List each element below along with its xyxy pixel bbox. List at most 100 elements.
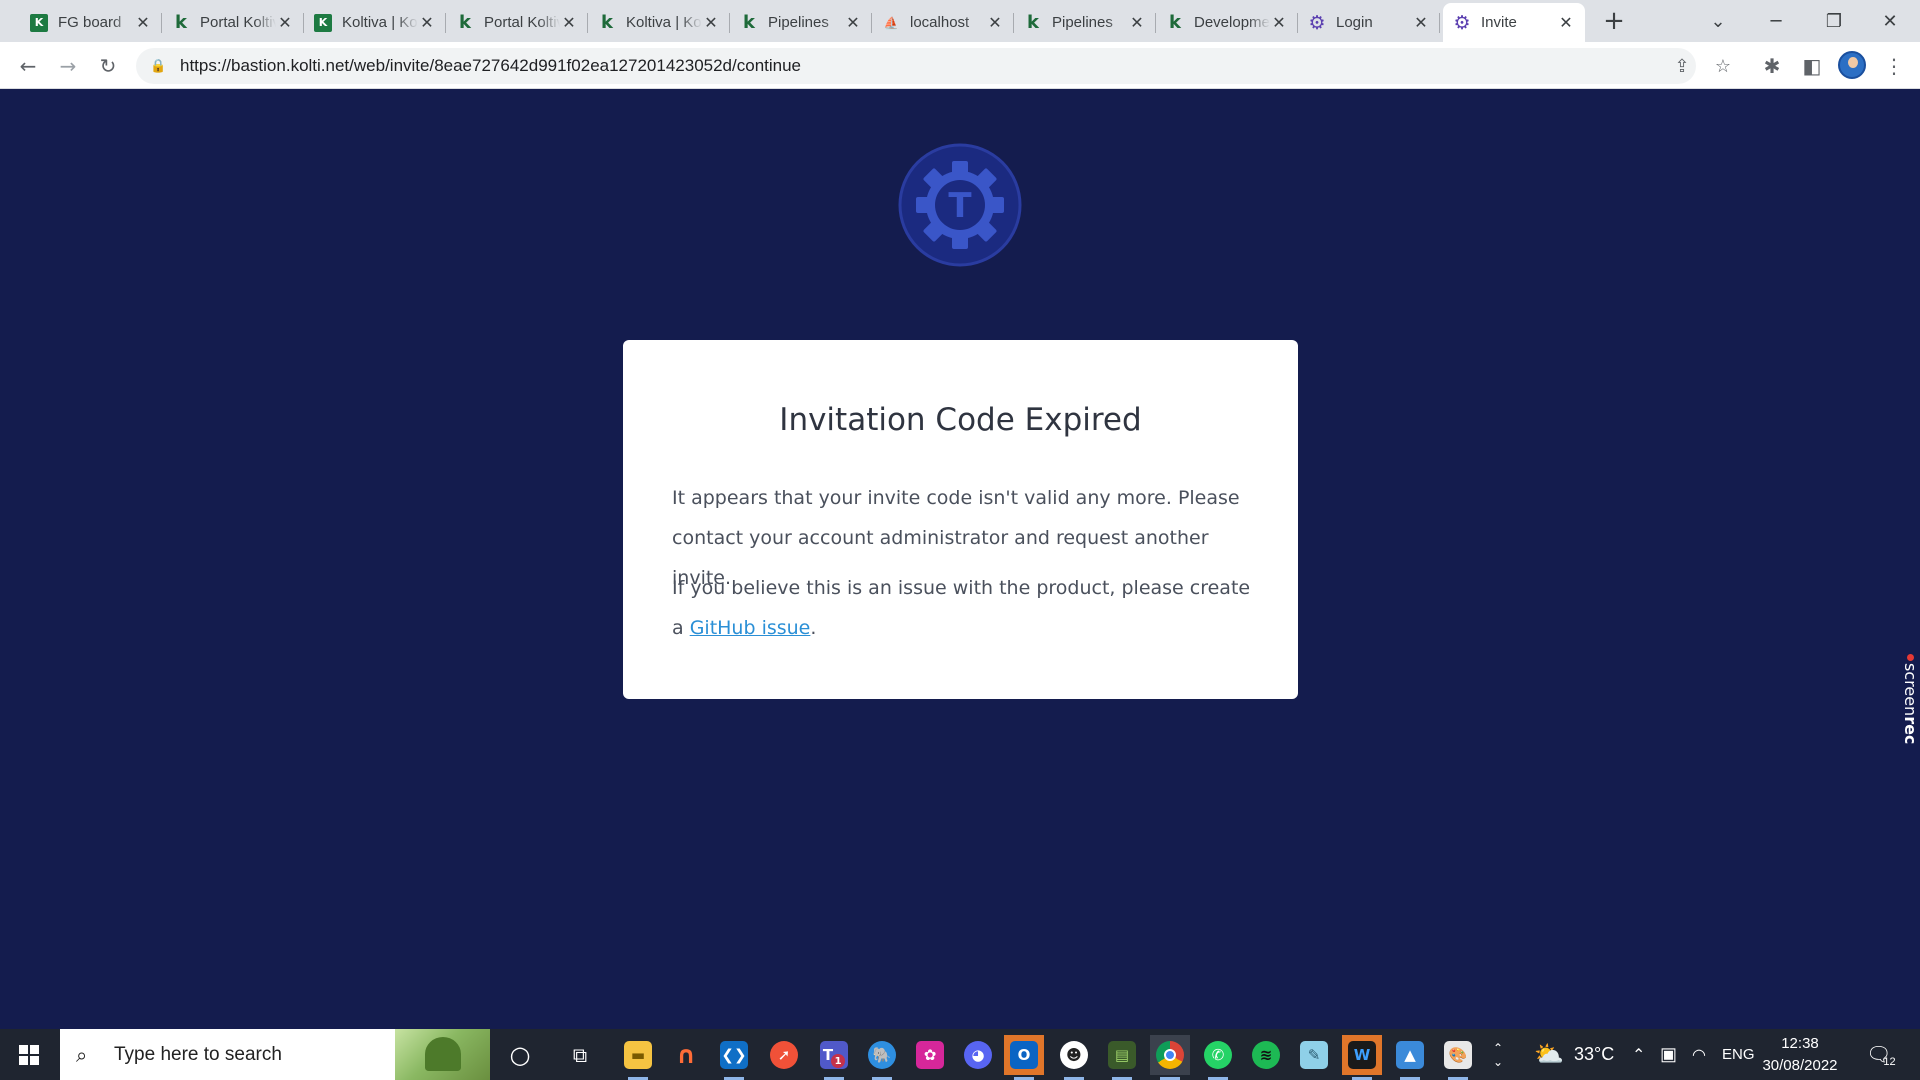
notification-center-icon[interactable]: 🗨 12 [1866, 1029, 1896, 1080]
forward-button[interactable]: → [52, 50, 84, 82]
tab-koltiva[interactable]: K Koltiva | Koltiva ✕ [304, 3, 446, 42]
tab-fg-board[interactable]: K FG board ✕ [20, 3, 162, 42]
bookmark-star-icon[interactable]: ☆ [1713, 56, 1733, 77]
new-tab-button[interactable]: + [1600, 8, 1628, 36]
close-icon[interactable]: ✕ [844, 13, 862, 32]
close-icon[interactable]: ✕ [134, 13, 152, 32]
teams-icon[interactable]: T1 [814, 1035, 854, 1080]
tab-title: FG board [58, 14, 122, 31]
address-bar[interactable]: 🔒 https://bastion.kolti.net/web/invite/8… [136, 48, 1696, 84]
back-button[interactable]: ← [12, 50, 44, 82]
invite-expired-card: Invitation Code Expired It appears that … [623, 340, 1298, 699]
terminal-icon[interactable]: ▤ [1102, 1035, 1142, 1080]
tab-invite[interactable]: ⚙ Invite ✕ [1443, 3, 1585, 42]
reload-button[interactable]: ↻ [92, 50, 124, 82]
page-content: T Invitation Code Expired It appears tha… [0, 89, 1920, 1029]
tab-title: Koltiva | Koltiva [626, 14, 702, 31]
tab-title: localhost [910, 14, 970, 31]
tab-title: Portal Koltiva [484, 14, 560, 31]
whatsapp-icon[interactable]: ✆ [1198, 1035, 1238, 1080]
app-icon[interactable]: ☻ [1054, 1035, 1094, 1080]
tab-koltiva-2[interactable]: k Koltiva | Koltiva ✕ [588, 3, 730, 42]
close-icon[interactable]: ✕ [1412, 13, 1430, 32]
profile-avatar[interactable] [1838, 51, 1866, 79]
screenrec-watermark: screenrec [1900, 654, 1920, 754]
tray-chevron-up-icon[interactable]: ⌃ [1632, 1029, 1645, 1080]
display-icon[interactable]: ▣ [1660, 1029, 1677, 1080]
close-icon[interactable]: ✕ [560, 13, 578, 32]
taskbar-scroll[interactable]: ⌃ ⌄ [1486, 1029, 1510, 1080]
wifi-icon[interactable]: ◠ [1692, 1029, 1706, 1080]
tab-search-chevron-icon[interactable]: ⌄ [1690, 0, 1746, 42]
chevron-up-icon[interactable]: ⌃ [1493, 1041, 1503, 1055]
close-icon[interactable]: ✕ [418, 13, 436, 32]
record-dot-icon [1906, 654, 1914, 661]
close-window-button[interactable]: ✕ [1862, 0, 1918, 42]
teams-badge: 1 [831, 1054, 846, 1068]
tab-localhost[interactable]: ⛵ localhost ✕ [872, 3, 1014, 42]
issue-message: If you believe this is an issue with the… [672, 568, 1252, 648]
file-explorer-icon[interactable]: ▬ [618, 1035, 658, 1080]
swift-icon[interactable]: ➚ [764, 1035, 804, 1075]
discord-icon[interactable]: ◕ [958, 1035, 998, 1075]
cortana-icon[interactable]: ○ [500, 1035, 540, 1075]
language-indicator[interactable]: ENG [1722, 1029, 1755, 1080]
tab-strip: K FG board ✕ k Portal Koltiva ✕ K Koltiv… [0, 0, 1920, 42]
taskbar-search-box[interactable]: ⌕ Type here to search [60, 1029, 490, 1080]
task-view-icon[interactable]: ⧉ [560, 1035, 600, 1075]
tab-title: Login [1336, 14, 1373, 31]
taskbar-clock[interactable]: 12:38 30/08/2022 [1755, 1033, 1845, 1077]
close-icon[interactable]: ✕ [1557, 13, 1575, 32]
browser-menu-icon[interactable]: ⋮ [1878, 50, 1910, 82]
winamp-icon[interactable]: W [1342, 1035, 1382, 1080]
close-icon[interactable]: ✕ [702, 13, 720, 32]
lock-icon[interactable]: 🔒 [150, 58, 166, 74]
screenrec-label-bold: rec [1901, 716, 1920, 745]
tab-development[interactable]: k Development ✕ [1156, 3, 1298, 42]
close-icon[interactable]: ✕ [1128, 13, 1146, 32]
start-button[interactable] [0, 1029, 58, 1080]
github-issue-link[interactable]: GitHub issue [690, 617, 811, 639]
koltiva-x-icon: K [314, 13, 332, 32]
restore-button[interactable]: ❐ [1806, 0, 1862, 42]
outlook-icon[interactable]: O [1004, 1035, 1044, 1080]
tab-title: Development [1194, 14, 1270, 31]
screenrec-label: screen [1901, 663, 1920, 717]
chrome-icon[interactable] [1150, 1035, 1190, 1080]
search-placeholder[interactable]: Type here to search [114, 1044, 282, 1066]
studio3t-icon[interactable]: ✿ [910, 1035, 950, 1075]
extensions-puzzle-icon[interactable]: ✱ [1756, 50, 1788, 82]
teleport-logo: T [898, 143, 1022, 267]
notes-icon[interactable]: ✎ [1294, 1035, 1334, 1075]
koltiva-k-icon: k [459, 12, 471, 33]
clock-date: 30/08/2022 [1762, 1057, 1838, 1074]
paint-icon[interactable]: 🎨 [1438, 1035, 1478, 1080]
tab-login[interactable]: ⚙ Login ✕ [1298, 3, 1440, 42]
share-icon[interactable]: ⇪ [1672, 56, 1692, 77]
close-icon[interactable]: ✕ [986, 13, 1004, 32]
chevron-down-icon[interactable]: ⌄ [1493, 1055, 1503, 1069]
tab-pipelines[interactable]: k Pipelines ✕ [730, 3, 872, 42]
tab-title: Invite [1481, 14, 1517, 31]
minimize-button[interactable]: ─ [1748, 0, 1804, 42]
tab-title: Koltiva | Koltiva [342, 14, 418, 31]
tab-pipelines-2[interactable]: k Pipelines ✕ [1014, 3, 1156, 42]
close-icon[interactable]: ✕ [1270, 13, 1288, 32]
weather-temp[interactable]: 33°C [1574, 1029, 1614, 1080]
spotify-icon[interactable]: ≋ [1246, 1035, 1286, 1075]
weather-icon[interactable]: ⛅ [1534, 1029, 1564, 1080]
logo-letter: T [948, 186, 972, 226]
close-icon[interactable]: ✕ [276, 13, 294, 32]
phpmyadmin-icon: ⛵ [883, 15, 899, 30]
photos-icon[interactable]: ▲ [1390, 1035, 1430, 1080]
postman-icon[interactable]: ∩ [666, 1035, 706, 1075]
tab-portal-koltiva-2[interactable]: k Portal Koltiva ✕ [446, 3, 588, 42]
tab-title: Pipelines [1052, 14, 1113, 31]
side-panel-icon[interactable]: ◧ [1796, 50, 1828, 82]
url-text[interactable]: https://bastion.kolti.net/web/invite/8ea… [180, 56, 801, 76]
tableplus-icon[interactable]: 🐘 [862, 1035, 902, 1080]
tab-portal-koltiva[interactable]: k Portal Koltiva ✕ [162, 3, 304, 42]
tab-title: Portal Koltiva [200, 14, 276, 31]
teleport-gear-icon: ⚙ [1308, 11, 1326, 34]
vscode-icon[interactable]: ❮❯ [714, 1035, 754, 1080]
